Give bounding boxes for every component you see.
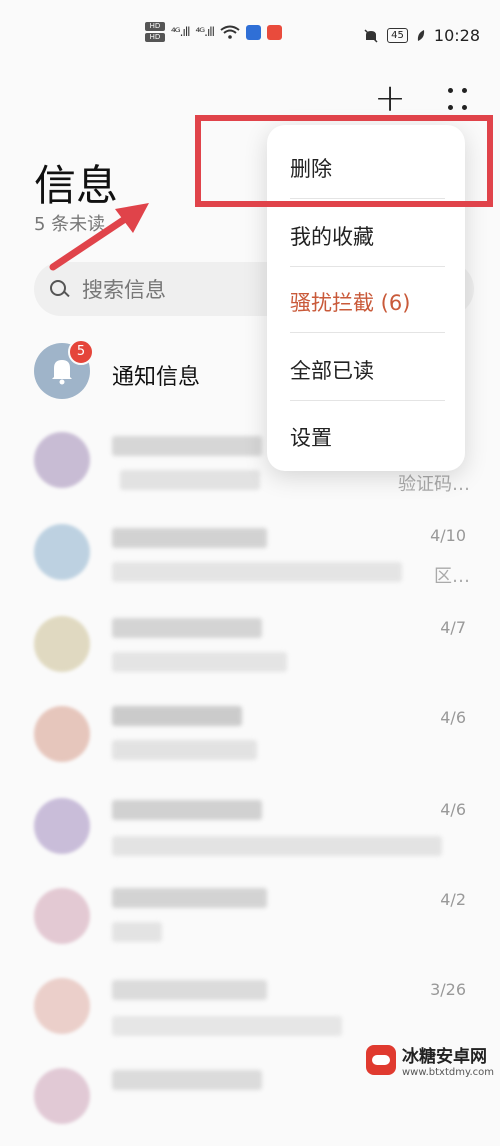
app-notification-icon bbox=[245, 24, 261, 40]
notification-label: 通知信息 bbox=[112, 365, 201, 390]
blurred-preview bbox=[112, 652, 287, 672]
hd-label: HD bbox=[145, 22, 165, 31]
blurred-sender bbox=[112, 888, 267, 908]
blurred-sender bbox=[112, 618, 262, 638]
mute-bell-icon bbox=[364, 28, 378, 43]
list-item[interactable]: 4/6 bbox=[0, 694, 500, 784]
menu-item-spam-block[interactable]: 骚扰拦截 (6) bbox=[290, 287, 450, 317]
message-date: 4/10 bbox=[430, 526, 466, 545]
wifi-icon bbox=[220, 25, 240, 39]
blurred-preview bbox=[112, 922, 162, 942]
watermark: 冰糖安卓网 www.btxtdmy.com bbox=[365, 1042, 494, 1078]
avatar bbox=[34, 1068, 90, 1124]
divider bbox=[290, 332, 445, 333]
message-snippet: 验证码… bbox=[398, 474, 470, 495]
app-notification-icon bbox=[266, 24, 282, 40]
blurred-preview bbox=[120, 470, 260, 490]
list-item[interactable]: 4/7 bbox=[0, 604, 500, 694]
top-actions: + bbox=[374, 79, 468, 117]
blurred-sender bbox=[112, 706, 242, 726]
message-date: 4/6 bbox=[440, 800, 466, 819]
search-icon bbox=[50, 280, 68, 298]
watermark-text: 冰糖安卓网 www.btxtdmy.com bbox=[402, 1042, 494, 1078]
search-placeholder: 搜索信息 bbox=[82, 278, 166, 302]
avatar bbox=[34, 888, 90, 944]
menu-item-favorites[interactable]: 我的收藏 bbox=[290, 221, 450, 251]
divider bbox=[290, 400, 445, 401]
message-date: 4/7 bbox=[440, 618, 466, 637]
hd-label: HD bbox=[145, 33, 165, 42]
menu-item-mark-all-read[interactable]: 全部已读 bbox=[290, 355, 450, 385]
menu-item-settings[interactable]: 设置 bbox=[290, 422, 450, 452]
annotation-highlight-box bbox=[195, 115, 493, 207]
blurred-sender bbox=[112, 800, 262, 820]
avatar bbox=[34, 706, 90, 762]
hd-indicator: HD HD bbox=[145, 22, 165, 42]
message-date: 3/26 bbox=[430, 980, 466, 999]
signal-icon: ⁴ᴳ.ıll bbox=[195, 25, 215, 39]
signal-icon: ⁴ᴳ.ıll bbox=[171, 25, 191, 39]
battery-icon: 45 bbox=[387, 28, 408, 43]
unread-badge: 5 bbox=[68, 339, 94, 365]
watermark-url: www.btxtdmy.com bbox=[401, 1067, 494, 1078]
clock: 10:28 bbox=[433, 26, 480, 45]
blurred-preview bbox=[112, 1016, 342, 1036]
blurred-preview bbox=[112, 836, 442, 856]
new-message-plus-icon[interactable]: + bbox=[374, 79, 406, 117]
avatar bbox=[34, 524, 90, 580]
message-snippet: 区… bbox=[434, 566, 470, 587]
watermark-title: 冰糖安卓网 bbox=[401, 1047, 487, 1067]
avatar bbox=[34, 798, 90, 854]
blurred-sender bbox=[112, 436, 262, 456]
divider bbox=[290, 266, 445, 267]
status-right: 45 10:28 bbox=[363, 26, 480, 45]
more-options-icon[interactable] bbox=[448, 88, 468, 114]
avatar bbox=[34, 978, 90, 1034]
status-left: HD HD ⁴ᴳ.ıll ⁴ᴳ.ıll bbox=[145, 22, 282, 42]
list-item[interactable]: 4/10 区… bbox=[0, 512, 500, 602]
blurred-preview bbox=[112, 562, 402, 582]
watermark-logo-icon bbox=[365, 1045, 396, 1075]
message-date: 4/6 bbox=[440, 708, 466, 727]
status-bar: HD HD ⁴ᴳ.ıll ⁴ᴳ.ıll 45 10:28 bbox=[0, 0, 500, 72]
blurred-sender bbox=[112, 980, 267, 1000]
blurred-sender bbox=[112, 1070, 262, 1090]
blurred-preview bbox=[112, 740, 257, 760]
list-item[interactable]: 4/6 bbox=[0, 786, 500, 876]
message-date: 4/2 bbox=[440, 890, 466, 909]
annotation-arrow-icon bbox=[49, 203, 149, 271]
charging-leaf-icon bbox=[417, 29, 425, 41]
blurred-sender bbox=[112, 528, 267, 548]
list-item[interactable]: 4/2 bbox=[0, 876, 500, 966]
avatar bbox=[34, 432, 90, 488]
avatar bbox=[34, 616, 90, 672]
